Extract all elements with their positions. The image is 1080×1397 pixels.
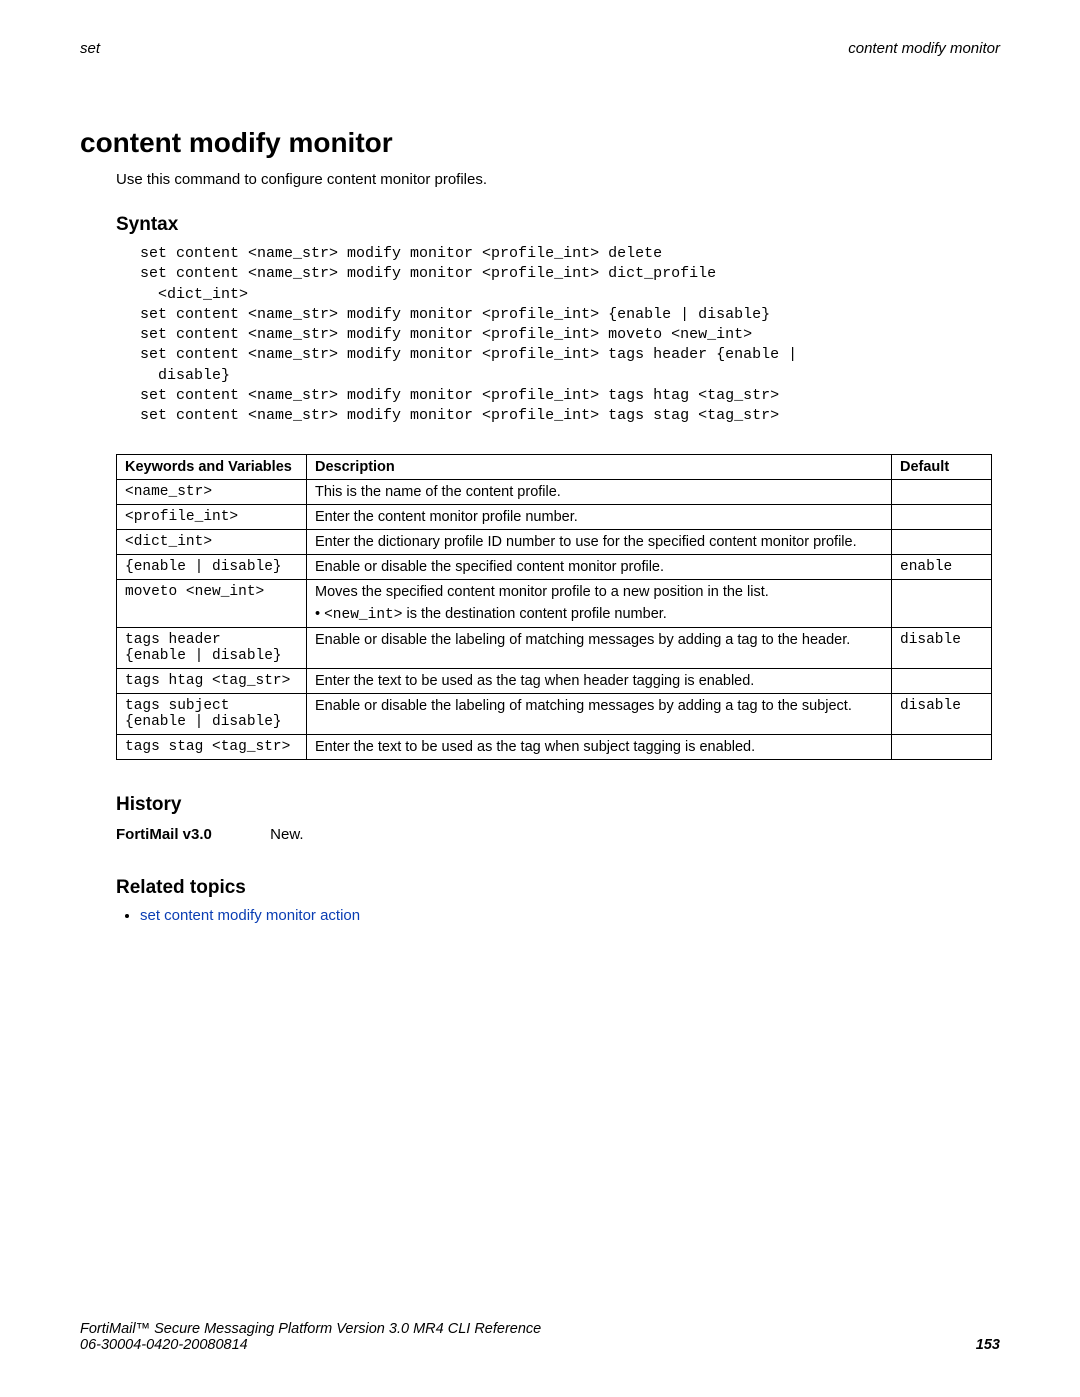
running-header: set content modify monitor	[80, 40, 1000, 57]
related-list: set content modify monitor action	[140, 907, 1000, 924]
cell-description: Enter the content monitor profile number…	[307, 505, 892, 530]
cell-keyword: tags header {enable | disable}	[117, 628, 307, 669]
table-row: moveto <new_int>Moves the specified cont…	[117, 580, 992, 628]
syntax-heading: Syntax	[116, 214, 1000, 236]
history-value: New.	[270, 826, 303, 843]
related-link[interactable]: set content modify monitor action	[140, 907, 360, 924]
cell-default: disable	[892, 694, 992, 735]
table-row: tags htag <tag_str>Enter the text to be …	[117, 669, 992, 694]
cell-default	[892, 580, 992, 628]
cell-description: Enable or disable the specified content …	[307, 555, 892, 580]
table-row: <dict_int>Enter the dictionary profile I…	[117, 530, 992, 555]
related-heading: Related topics	[116, 877, 1000, 899]
history-block: FortiMail v3.0 New.	[116, 826, 1000, 843]
intro-text: Use this command to configure content mo…	[116, 171, 1000, 188]
footer-left: FortiMail™ Secure Messaging Platform Ver…	[80, 1321, 541, 1353]
page-title: content modify monitor	[80, 127, 1000, 159]
cell-default: enable	[892, 555, 992, 580]
cell-description: Enter the text to be used as the tag whe…	[307, 735, 892, 760]
cell-default	[892, 530, 992, 555]
list-item: set content modify monitor action	[140, 907, 1000, 924]
history-label: FortiMail v3.0	[116, 826, 266, 843]
cell-default: disable	[892, 628, 992, 669]
table-header-row: Keywords and Variables Description Defau…	[117, 455, 992, 480]
cell-keyword: moveto <new_int>	[117, 580, 307, 628]
table-row: <profile_int>Enter the content monitor p…	[117, 505, 992, 530]
cell-default	[892, 669, 992, 694]
syntax-block: set content <name_str> modify monitor <p…	[140, 244, 1000, 426]
cell-keyword: tags htag <tag_str>	[117, 669, 307, 694]
cell-keyword: <dict_int>	[117, 530, 307, 555]
th-default: Default	[892, 455, 992, 480]
cell-keyword: {enable | disable}	[117, 555, 307, 580]
cell-default	[892, 480, 992, 505]
cell-keyword: tags subject {enable | disable}	[117, 694, 307, 735]
page: set content modify monitor content modif…	[0, 0, 1080, 1397]
cell-description: Moves the specified content monitor prof…	[307, 580, 892, 628]
cell-keyword: tags stag <tag_str>	[117, 735, 307, 760]
footer-line2: 06-30004-0420-20080814	[80, 1337, 541, 1353]
history-row: FortiMail v3.0 New.	[116, 826, 1000, 843]
th-keywords: Keywords and Variables	[117, 455, 307, 480]
page-footer: FortiMail™ Secure Messaging Platform Ver…	[80, 1321, 1000, 1353]
cell-description: Enable or disable the labeling of matchi…	[307, 628, 892, 669]
th-description: Description	[307, 455, 892, 480]
running-header-right: content modify monitor	[848, 40, 1000, 57]
footer-line1: FortiMail™ Secure Messaging Platform Ver…	[80, 1321, 541, 1337]
cell-description: This is the name of the content profile.	[307, 480, 892, 505]
history-heading: History	[116, 794, 1000, 816]
table-row: {enable | disable}Enable or disable the …	[117, 555, 992, 580]
table-row: tags stag <tag_str>Enter the text to be …	[117, 735, 992, 760]
table-row: tags subject {enable | disable}Enable or…	[117, 694, 992, 735]
cell-keyword: <profile_int>	[117, 505, 307, 530]
cell-keyword: <name_str>	[117, 480, 307, 505]
table-body: <name_str>This is the name of the conten…	[117, 480, 992, 760]
cell-description: Enter the text to be used as the tag whe…	[307, 669, 892, 694]
cell-default	[892, 735, 992, 760]
cell-description: Enter the dictionary profile ID number t…	[307, 530, 892, 555]
table-row: tags header {enable | disable}Enable or …	[117, 628, 992, 669]
cell-description: Enable or disable the labeling of matchi…	[307, 694, 892, 735]
table-row: <name_str>This is the name of the conten…	[117, 480, 992, 505]
running-header-left: set	[80, 40, 100, 57]
keywords-table: Keywords and Variables Description Defau…	[116, 454, 992, 760]
related-block: set content modify monitor action	[116, 907, 1000, 924]
footer-page-number: 153	[976, 1337, 1000, 1353]
cell-default	[892, 505, 992, 530]
